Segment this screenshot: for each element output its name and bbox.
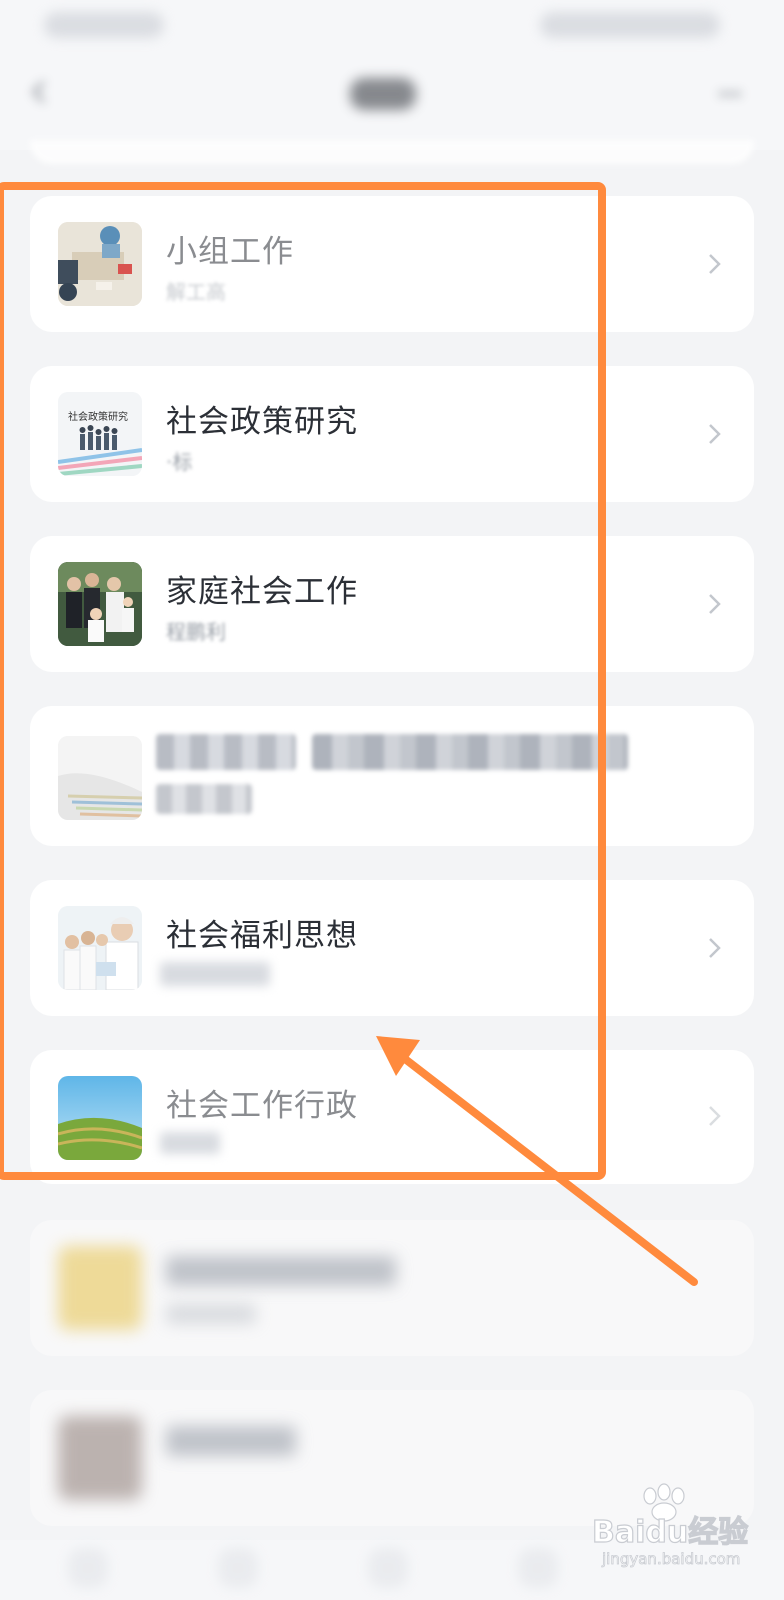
pixelated-title <box>156 734 296 770</box>
watermark-url: jingyan.baidu.com <box>601 1550 740 1568</box>
course-title: 社会福利思想 <box>166 918 358 954</box>
pixelated-title-2 <box>312 734 628 770</box>
course-thumbnail-blurred <box>58 1246 142 1330</box>
course-thumbnail-blurred <box>58 1416 142 1500</box>
chevron-right-icon <box>709 938 721 958</box>
status-bar-right <box>540 12 720 38</box>
blurred-subtitle <box>166 1304 256 1324</box>
course-thumbnail-documents <box>58 736 142 820</box>
thumbnail-label: 社会政策研究 <box>68 412 128 423</box>
course-card-blurred[interactable] <box>30 1220 754 1356</box>
course-thumbnail-teamwork <box>58 222 142 306</box>
chevron-right-icon <box>709 254 721 274</box>
course-subtitle: 解工高 <box>166 280 226 304</box>
status-bar-left <box>44 12 164 38</box>
back-arrow-icon[interactable] <box>26 78 54 106</box>
highlight-rectangle <box>0 182 606 1180</box>
blurred-title <box>166 1426 296 1456</box>
chevron-right-icon <box>709 424 721 444</box>
blurred-subtitle <box>160 1132 220 1154</box>
chevron-right-icon <box>709 1106 721 1126</box>
previous-card-edge <box>30 140 754 164</box>
course-title: 社会政策研究 <box>166 404 358 440</box>
course-card[interactable] <box>30 706 754 846</box>
tab-icon[interactable] <box>518 1548 558 1588</box>
course-card[interactable]: 社会政策研究 社会政策研究 ·标 <box>30 366 754 502</box>
pixelated-subtitle <box>156 784 252 814</box>
course-thumbnail-doctors <box>58 906 142 990</box>
tab-icon[interactable] <box>368 1548 408 1588</box>
blurred-title <box>166 1256 396 1286</box>
tab-icon[interactable] <box>218 1548 258 1588</box>
course-subtitle: 程鹏利 <box>166 620 226 644</box>
course-thumbnail-terraces <box>58 1076 142 1160</box>
baidu-jingyan-watermark: Baidu经验 jingyan.baidu.com <box>591 1483 749 1568</box>
course-thumbnail-family <box>58 562 142 646</box>
tab-icon[interactable] <box>68 1548 108 1588</box>
course-subtitle: ·标 <box>166 450 193 474</box>
course-card[interactable]: 家庭社会工作 程鹏利 <box>30 536 754 672</box>
course-card[interactable]: 社会工作行政 <box>30 1050 754 1184</box>
page-title <box>350 78 416 110</box>
watermark-brand: Baidu经验 <box>592 1515 748 1550</box>
course-title: 家庭社会工作 <box>166 574 358 610</box>
chevron-right-icon <box>709 594 721 614</box>
top-navigation-bar <box>0 0 784 164</box>
more-options-icon[interactable] <box>716 80 744 108</box>
course-card[interactable]: 小组工作 解工高 <box>30 196 754 332</box>
blurred-subtitle <box>160 962 270 986</box>
course-thumbnail-policy: 社会政策研究 <box>58 392 142 476</box>
course-title: 社会工作行政 <box>166 1088 358 1124</box>
course-title: 小组工作 <box>166 234 294 270</box>
course-card[interactable]: 社会福利思想 <box>30 880 754 1016</box>
